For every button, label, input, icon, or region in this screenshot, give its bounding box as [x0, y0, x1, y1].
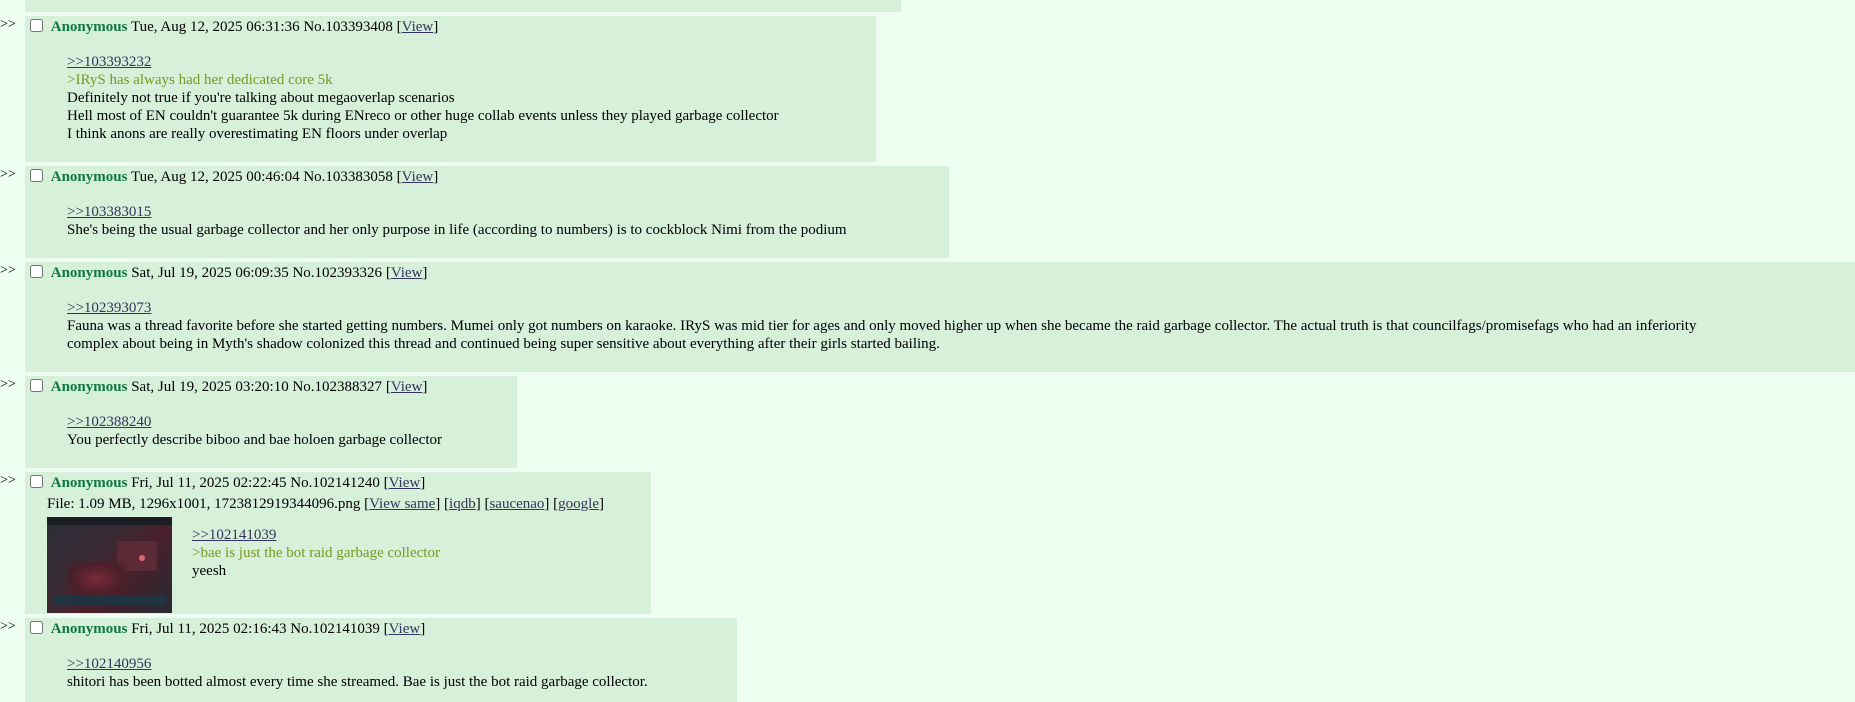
- post-number[interactable]: No.102388327: [292, 379, 382, 395]
- post-date: Fri, Jul 11, 2025 02:22:45: [131, 475, 287, 491]
- post-message: >>102393073 Fauna was a thread favorite …: [67, 299, 1696, 353]
- view-link[interactable]: View: [402, 19, 434, 35]
- message-line: shitori has been botted almost every tim…: [67, 674, 648, 690]
- post-select-checkbox[interactable]: [30, 475, 43, 488]
- quote-link[interactable]: >>103393232: [67, 54, 151, 70]
- post-date: Sat, Jul 19, 2025 03:20:10: [131, 379, 289, 395]
- side-arrows: >>: [0, 619, 16, 634]
- google-link[interactable]: google: [558, 496, 599, 512]
- side-arrows: >>: [0, 263, 16, 278]
- file-details: File: 1.09 MB, 1296x1001, 17238129193440…: [47, 496, 361, 512]
- post-select-checkbox[interactable]: [30, 379, 43, 392]
- poster-name: Anonymous: [50, 475, 128, 491]
- message-line: You perfectly describe biboo and bae hol…: [67, 432, 443, 448]
- saucenao-link[interactable]: saucenao: [489, 496, 544, 512]
- quote-link[interactable]: >>102388240: [67, 414, 151, 430]
- post: Anonymous Tue, Aug 12, 2025 00:46:04 No.…: [25, 166, 949, 258]
- file-info: File: 1.09 MB, 1296x1001, 17238129193440…: [47, 496, 604, 512]
- message-line: complex about being in Myth's shadow col…: [67, 336, 940, 352]
- message-line: yeesh: [192, 563, 227, 579]
- poster-name: Anonymous: [50, 621, 128, 637]
- poster-name: Anonymous: [50, 265, 128, 281]
- post-date: Sat, Jul 19, 2025 06:09:35: [131, 265, 289, 281]
- greentext-line: >IRyS has always had her dedicated core …: [67, 72, 333, 88]
- post-number[interactable]: No.102141039: [290, 621, 380, 637]
- previous-post-edge: [25, 0, 901, 12]
- post-number[interactable]: No.103393408: [303, 19, 393, 35]
- image-thumbnail[interactable]: [47, 517, 172, 613]
- post: Anonymous Sat, Jul 19, 2025 03:20:10 No.…: [25, 376, 517, 468]
- post-message: >>102140956 shitori has been botted almo…: [67, 655, 648, 691]
- quote-link[interactable]: >>102140956: [67, 656, 151, 672]
- side-arrows: >>: [0, 377, 16, 392]
- view-same-link[interactable]: View same: [369, 496, 435, 512]
- quote-link[interactable]: >>102141039: [192, 527, 276, 543]
- message-line: I think anons are really overestimating …: [67, 126, 448, 142]
- post-number[interactable]: No.102141240: [290, 475, 380, 491]
- message-line: Definitely not true if you're talking ab…: [67, 90, 455, 106]
- post-info: Anonymous Sat, Jul 19, 2025 03:20:10 No.…: [30, 377, 427, 397]
- view-link[interactable]: View: [391, 265, 423, 281]
- post: Anonymous Sat, Jul 19, 2025 06:09:35 No.…: [25, 262, 1855, 372]
- post-message: >>102141039 >bae is just the bot raid ga…: [192, 526, 440, 580]
- message-line: Fauna was a thread favorite before she s…: [67, 318, 1697, 334]
- post-info: Anonymous Sat, Jul 19, 2025 06:09:35 No.…: [30, 263, 427, 283]
- post: Anonymous Fri, Jul 11, 2025 02:22:45 No.…: [25, 472, 651, 614]
- quote-link[interactable]: >>103383015: [67, 204, 151, 220]
- message-line: Hell most of EN couldn't guarantee 5k du…: [67, 108, 779, 124]
- post-info: Anonymous Tue, Aug 12, 2025 06:31:36 No.…: [30, 17, 438, 37]
- post-select-checkbox[interactable]: [30, 19, 43, 32]
- post-select-checkbox[interactable]: [30, 169, 43, 182]
- post-message: >>102388240 You perfectly describe biboo…: [67, 413, 442, 449]
- post-date: Tue, Aug 12, 2025 00:46:04: [130, 169, 300, 185]
- post-date: Tue, Aug 12, 2025 06:31:36: [130, 19, 300, 35]
- post-info: Anonymous Fri, Jul 11, 2025 02:16:43 No.…: [30, 619, 425, 639]
- post-info: Anonymous Tue, Aug 12, 2025 00:46:04 No.…: [30, 167, 438, 187]
- message-line: She's being the usual garbage collector …: [67, 222, 847, 238]
- view-link[interactable]: View: [389, 475, 421, 491]
- poster-name: Anonymous: [50, 169, 128, 185]
- side-arrows: >>: [0, 167, 16, 182]
- post-number[interactable]: No.102393326: [292, 265, 382, 281]
- post-select-checkbox[interactable]: [30, 265, 43, 278]
- view-link[interactable]: View: [391, 379, 423, 395]
- view-link[interactable]: View: [389, 621, 421, 637]
- side-arrows: >>: [0, 473, 16, 488]
- view-link[interactable]: View: [402, 169, 434, 185]
- post-select-checkbox[interactable]: [30, 621, 43, 634]
- poster-name: Anonymous: [50, 379, 128, 395]
- greentext-line: >bae is just the bot raid garbage collec…: [192, 545, 440, 561]
- quote-link[interactable]: >>102393073: [67, 300, 151, 316]
- post-message: >>103393232 >IRyS has always had her ded…: [67, 53, 779, 143]
- post-message: >>103383015 She's being the usual garbag…: [67, 203, 847, 239]
- post-info: Anonymous Fri, Jul 11, 2025 02:22:45 No.…: [30, 473, 425, 493]
- post: Anonymous Fri, Jul 11, 2025 02:16:43 No.…: [25, 618, 737, 702]
- post-number[interactable]: No.103383058: [303, 169, 393, 185]
- post-date: Fri, Jul 11, 2025 02:16:43: [131, 621, 287, 637]
- post: Anonymous Tue, Aug 12, 2025 06:31:36 No.…: [25, 16, 876, 162]
- iqdb-link[interactable]: iqdb: [449, 496, 476, 512]
- poster-name: Anonymous: [50, 19, 128, 35]
- side-arrows: >>: [0, 17, 16, 32]
